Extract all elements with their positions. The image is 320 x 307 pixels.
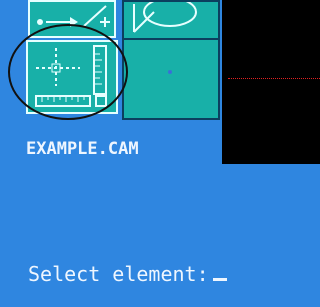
text-cursor [212, 278, 227, 281]
prompt-text: Select element: [28, 262, 209, 286]
grid-ruler-tool-button[interactable] [26, 40, 118, 114]
file-name: EXAMPLE.CAM [26, 139, 139, 159]
command-prompt: Select element: [28, 262, 227, 286]
grid-ruler-icon [35, 45, 107, 107]
cutting-tool-icon [37, 5, 110, 27]
point-tool-button[interactable] [122, 38, 220, 120]
red-dotted-line [228, 78, 320, 79]
cutting-tool-button[interactable] [28, 0, 116, 38]
point-icon [168, 70, 172, 74]
circle-tool-button[interactable] [122, 0, 220, 40]
circle-tool-icon [133, 2, 197, 33]
drawing-viewport[interactable] [222, 0, 320, 164]
